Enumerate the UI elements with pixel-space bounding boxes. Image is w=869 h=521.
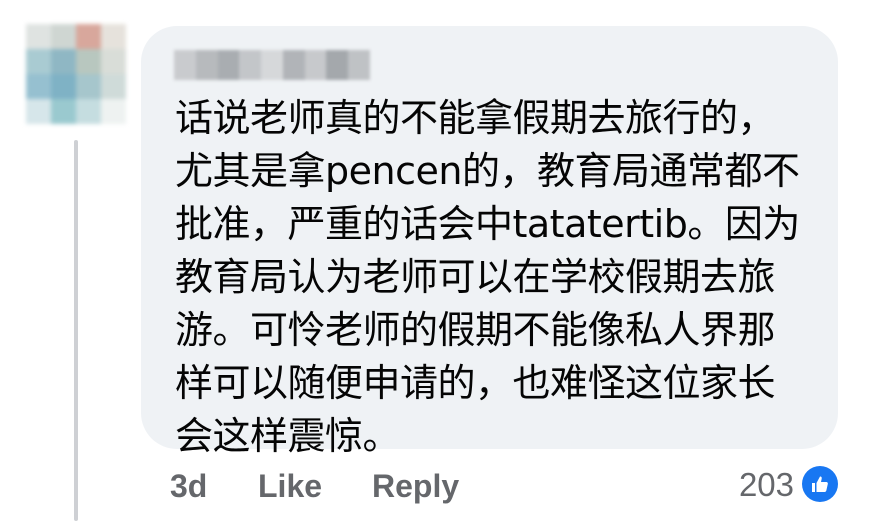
reply-button[interactable]: Reply xyxy=(372,463,459,509)
thread-line xyxy=(74,140,78,521)
reaction-count[interactable]: 203 xyxy=(739,462,794,508)
comment-timestamp[interactable]: 3d xyxy=(170,463,207,509)
like-button[interactable]: Like xyxy=(258,463,322,509)
author-name[interactable] xyxy=(174,50,371,80)
thumbs-up-icon[interactable] xyxy=(802,466,838,502)
comment-text: 话说老师真的不能拿假期去旅行的， 尤其是拿pencen的，教育局通常都不 批准，… xyxy=(175,96,800,458)
avatar[interactable] xyxy=(26,24,126,124)
